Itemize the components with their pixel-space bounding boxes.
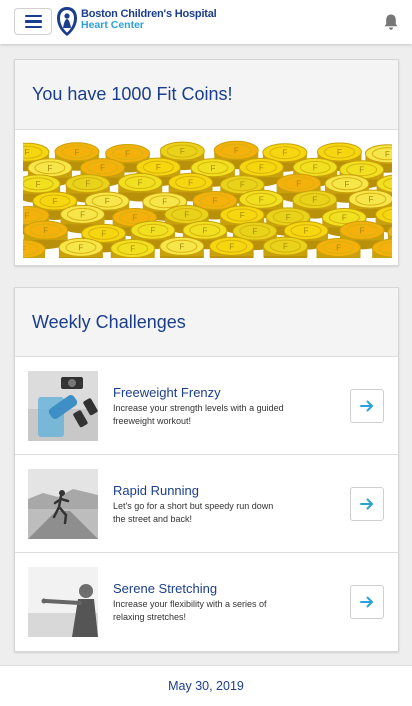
coin-icon: F bbox=[110, 239, 156, 258]
svg-text:F: F bbox=[234, 146, 239, 155]
svg-text:F: F bbox=[23, 245, 26, 254]
menu-button[interactable] bbox=[14, 8, 52, 35]
svg-text:F: F bbox=[337, 148, 342, 157]
challenge-item-freeweight[interactable]: Freeweight Frenzy Increase your strength… bbox=[15, 357, 398, 455]
coin-icon: F bbox=[58, 237, 104, 258]
svg-text:F: F bbox=[25, 211, 30, 220]
svg-text:F: F bbox=[78, 243, 83, 252]
svg-text:F: F bbox=[48, 164, 53, 173]
svg-text:F: F bbox=[359, 166, 364, 175]
challenge-description: Increase your strength levels with a gui… bbox=[113, 403, 284, 426]
challenge-item-stretching[interactable]: Serene Stretching Increase your flexibil… bbox=[15, 553, 398, 651]
brand-subtitle: Heart Center bbox=[81, 19, 145, 31]
svg-text:F: F bbox=[282, 149, 287, 158]
svg-text:F: F bbox=[336, 244, 341, 253]
bell-icon[interactable] bbox=[383, 13, 399, 31]
coin-pile-image: F F F F F F F FF F F F F F FF F F F F F FF F F F F F FF F F F F F FF F F F… bbox=[23, 140, 392, 258]
svg-text:F: F bbox=[184, 211, 189, 220]
svg-text:F: F bbox=[105, 197, 110, 206]
svg-text:F: F bbox=[130, 245, 135, 254]
weekly-challenges-header: Weekly Challenges bbox=[15, 288, 398, 357]
svg-text:F: F bbox=[101, 229, 106, 238]
coin-icon: F bbox=[262, 236, 308, 258]
svg-text:F: F bbox=[179, 242, 184, 251]
challenge-title: Freeweight Frenzy bbox=[113, 385, 221, 400]
fit-coins-header: You have 1000 Fit Coins! bbox=[15, 60, 398, 130]
hospital-logo bbox=[57, 7, 77, 36]
svg-text:F: F bbox=[132, 213, 137, 222]
weekly-challenges-card: Weekly Challenges Freeweight Frenzy Incr… bbox=[14, 287, 399, 652]
svg-text:F: F bbox=[80, 210, 85, 219]
arrow-right-icon bbox=[360, 400, 374, 412]
brand: Boston Children's Hospital Heart Center bbox=[81, 9, 217, 31]
top-bar: Boston Children's Hospital Heart Center bbox=[0, 0, 412, 44]
arrow-right-icon bbox=[360, 498, 374, 510]
svg-text:F: F bbox=[138, 179, 143, 188]
svg-text:F: F bbox=[85, 180, 90, 189]
svg-text:F: F bbox=[259, 195, 264, 204]
coin-icon: F bbox=[316, 238, 362, 258]
svg-text:F: F bbox=[345, 180, 350, 189]
svg-text:F: F bbox=[259, 163, 264, 172]
svg-text:F: F bbox=[368, 195, 373, 204]
svg-text:F: F bbox=[43, 226, 48, 235]
svg-text:F: F bbox=[75, 148, 80, 157]
svg-text:F: F bbox=[360, 226, 365, 235]
challenge-description: Let's go for a short but speedy run down… bbox=[113, 501, 274, 524]
coin-icon: F bbox=[209, 236, 255, 258]
footer-date: May 30, 2019 bbox=[168, 679, 244, 693]
svg-text:F: F bbox=[180, 147, 185, 156]
challenge-title: Rapid Running bbox=[113, 483, 200, 498]
svg-text:F: F bbox=[252, 227, 257, 236]
svg-text:F: F bbox=[100, 164, 105, 173]
weekly-challenges-title: Weekly Challenges bbox=[32, 311, 186, 332]
runner-image bbox=[28, 469, 98, 539]
svg-text:F: F bbox=[162, 198, 167, 207]
challenge-item-running[interactable]: Rapid Running Let's go for a short but s… bbox=[15, 455, 398, 553]
svg-text:F: F bbox=[52, 197, 57, 206]
stretching-image bbox=[28, 567, 98, 637]
svg-text:F: F bbox=[240, 211, 245, 220]
svg-text:F: F bbox=[304, 227, 309, 236]
challenge-title: Serene Stretching bbox=[113, 581, 218, 596]
svg-text:F: F bbox=[125, 150, 130, 159]
svg-text:F: F bbox=[240, 181, 245, 190]
go-button[interactable] bbox=[350, 389, 384, 423]
svg-text:F: F bbox=[151, 226, 156, 235]
svg-text:F: F bbox=[213, 197, 218, 206]
footer-bar: May 30, 2019 bbox=[0, 665, 412, 706]
go-button[interactable] bbox=[350, 487, 384, 521]
fit-coins-card: You have 1000 Fit Coins! FFFFFFFFFFFFFFF… bbox=[14, 59, 399, 266]
svg-text:F: F bbox=[229, 242, 234, 251]
svg-text:F: F bbox=[385, 150, 390, 159]
svg-text:F: F bbox=[342, 213, 347, 222]
svg-text:F: F bbox=[286, 213, 291, 222]
svg-text:F: F bbox=[210, 164, 215, 173]
hamburger-menu-icon bbox=[24, 14, 42, 18]
svg-text:F: F bbox=[313, 163, 318, 172]
svg-text:F: F bbox=[156, 163, 161, 172]
svg-text:F: F bbox=[283, 242, 288, 251]
svg-text:F: F bbox=[202, 226, 207, 235]
arrow-right-icon bbox=[360, 596, 374, 608]
dumbbell-image bbox=[28, 371, 98, 441]
challenge-description: Increase your flexibility with a series … bbox=[113, 599, 267, 622]
coin-icon: F bbox=[159, 236, 205, 258]
svg-text:F: F bbox=[24, 148, 29, 157]
svg-text:F: F bbox=[312, 196, 317, 205]
svg-text:F: F bbox=[36, 180, 41, 189]
svg-text:F: F bbox=[188, 178, 193, 187]
fit-coins-title: You have 1000 Fit Coins! bbox=[32, 84, 233, 104]
go-button[interactable] bbox=[350, 585, 384, 619]
svg-text:F: F bbox=[296, 179, 301, 188]
